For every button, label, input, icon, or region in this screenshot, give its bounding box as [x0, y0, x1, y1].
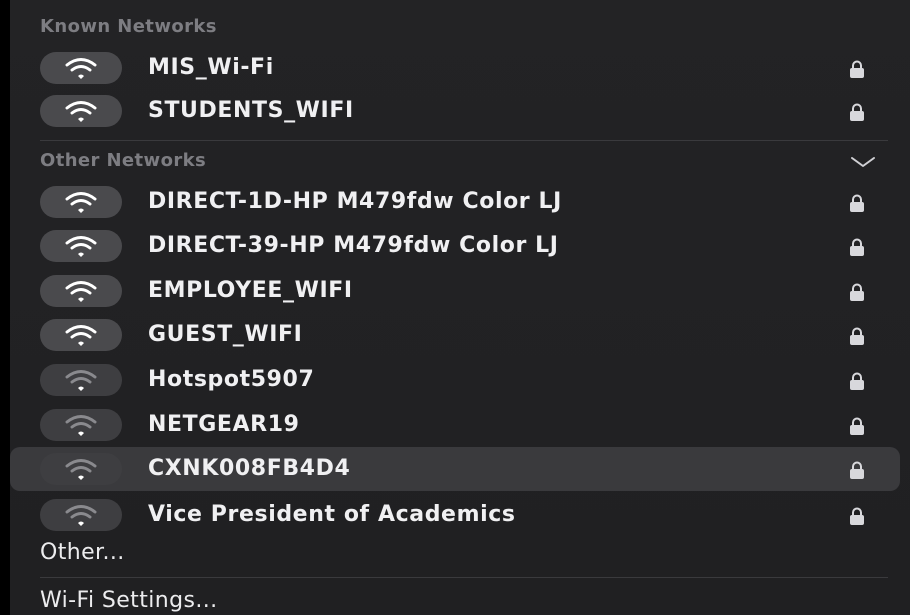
wifi-icon [40, 364, 122, 396]
footer-divider [40, 577, 888, 578]
network-name: GUEST_WIFI [148, 322, 303, 347]
other-networks-header: Other Networks [40, 150, 207, 171]
window-edge [910, 0, 916, 615]
network-row-other-1[interactable]: DIRECT-39-HP M479fdw Color LJ [10, 224, 900, 268]
wifi-icon [40, 275, 122, 307]
network-name: DIRECT-1D-HP M479fdw Color LJ [148, 189, 562, 214]
lock-icon [850, 417, 864, 435]
window-edge [0, 0, 10, 615]
lock-icon [850, 461, 864, 479]
network-row-other-5[interactable]: NETGEAR19 [10, 403, 900, 447]
lock-icon [850, 372, 864, 390]
network-name: CXNK008FB4D4 [148, 456, 351, 481]
lock-icon [850, 194, 864, 212]
network-row-other-6[interactable]: CXNK008FB4D4 [10, 447, 900, 491]
wifi-settings-link[interactable]: Wi-Fi Settings... [40, 588, 218, 613]
chevron-down-icon[interactable] [848, 154, 878, 170]
lock-icon [850, 103, 864, 121]
wifi-icon [40, 319, 122, 351]
network-name: NETGEAR19 [148, 412, 300, 437]
section-divider [40, 140, 888, 141]
other-network-option[interactable]: Other... [40, 540, 125, 565]
known-networks-header: Known Networks [40, 16, 217, 37]
wifi-icon [40, 95, 122, 127]
lock-icon [850, 327, 864, 345]
network-name: DIRECT-39-HP M479fdw Color LJ [148, 233, 559, 258]
wifi-icon [40, 186, 122, 218]
wifi-icon [40, 52, 122, 84]
wifi-menu: Known Networks MIS_Wi-Fi STUDENTS_WIFI O… [0, 0, 916, 615]
network-row-known-0[interactable]: MIS_Wi-Fi [10, 46, 900, 90]
wifi-icon [40, 230, 122, 262]
wifi-icon [40, 499, 122, 531]
network-name: Vice President of Academics [148, 502, 516, 527]
network-row-other-3[interactable]: GUEST_WIFI [10, 313, 900, 357]
wifi-icon [40, 453, 122, 485]
network-row-other-2[interactable]: EMPLOYEE_WIFI [10, 269, 900, 313]
lock-icon [850, 238, 864, 256]
lock-icon [850, 507, 864, 525]
network-row-other-7[interactable]: Vice President of Academics [10, 493, 900, 537]
lock-icon [850, 283, 864, 301]
network-row-other-0[interactable]: DIRECT-1D-HP M479fdw Color LJ [10, 180, 900, 224]
network-name: EMPLOYEE_WIFI [148, 278, 353, 303]
wifi-icon [40, 409, 122, 441]
network-name: Hotspot5907 [148, 367, 315, 392]
network-row-known-1[interactable]: STUDENTS_WIFI [10, 89, 900, 133]
lock-icon [850, 60, 864, 78]
network-row-other-4[interactable]: Hotspot5907 [10, 358, 900, 402]
network-name: STUDENTS_WIFI [148, 98, 354, 123]
network-name: MIS_Wi-Fi [148, 55, 274, 80]
